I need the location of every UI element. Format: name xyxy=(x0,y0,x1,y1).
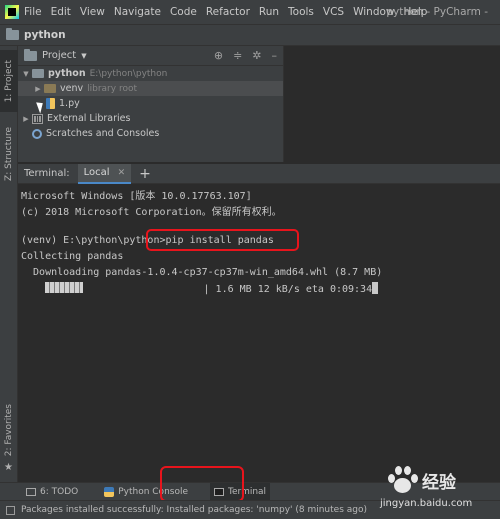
venv-hint: library root xyxy=(87,83,137,94)
folder-icon xyxy=(44,84,56,93)
menu-refactor[interactable]: Refactor xyxy=(206,6,250,18)
menu-run[interactable]: Run xyxy=(259,6,279,18)
project-view-label: Project xyxy=(42,50,77,61)
tree-row-file[interactable]: 1.py xyxy=(18,96,283,111)
todo-icon xyxy=(26,487,36,496)
watermark-brand: 经验 xyxy=(422,473,456,493)
star-icon: ★ xyxy=(4,462,13,473)
menubar: File Edit View Navigate Code Refactor Ru… xyxy=(0,0,500,24)
collapse-icon[interactable]: ≑ xyxy=(233,49,242,62)
folder-icon xyxy=(6,28,19,40)
tree-row-root[interactable]: ▼ python E:\python\python xyxy=(18,66,283,81)
hide-icon[interactable]: – xyxy=(272,49,278,62)
tab-project[interactable]: 1: Project xyxy=(0,50,18,112)
tree-row-scratches[interactable]: Scratches and Consoles xyxy=(18,126,283,141)
file-name: 1.py xyxy=(59,98,80,109)
expand-right-icon[interactable]: ▶ xyxy=(32,85,44,93)
tab-local-label: Local xyxy=(83,167,110,178)
tree-row-venv[interactable]: ▶ venv library root xyxy=(18,81,283,96)
status-window-icon[interactable] xyxy=(6,505,15,515)
terminal-line-progress: | 1.6 MB 12 kB/s eta 0:09:34 xyxy=(21,282,379,295)
menu-view[interactable]: View xyxy=(80,6,105,18)
breadcrumb-project[interactable]: python xyxy=(24,29,66,41)
gear-icon[interactable]: ✲ xyxy=(252,49,261,62)
download-progress-status: | 1.6 MB 12 kB/s eta 0:09:34 xyxy=(203,284,373,295)
scratches-label: Scratches and Consoles xyxy=(46,128,160,139)
terminal-line-collecting: Collecting pandas xyxy=(21,251,124,262)
close-icon[interactable]: ✕ xyxy=(118,168,126,178)
venv-folder-name: venv xyxy=(60,83,84,94)
menu-tools[interactable]: Tools xyxy=(288,6,314,18)
breadcrumb: python xyxy=(0,24,500,46)
tab-favorites-label: 2: Favorites xyxy=(4,403,14,457)
status-message[interactable]: Packages installed successfully: Install… xyxy=(21,505,367,515)
terminal-tab-bar: Terminal: Local ✕ + xyxy=(18,163,500,184)
root-folder-path: E:\python\python xyxy=(89,68,168,79)
terminal-tab-highlight-box xyxy=(160,466,244,502)
paw-logo-icon xyxy=(384,464,420,496)
scratches-icon xyxy=(32,128,42,139)
terminal-line-copyright: (c) 2018 Microsoft Corporation。保留所有权利。 xyxy=(21,207,282,218)
terminal-line-os: Microsoft Windows [版本 10.0.17763.107] xyxy=(21,191,252,202)
project-header: Project ▼ ⊕ ≑ ✲ – xyxy=(18,46,283,66)
project-view-dropdown[interactable]: Project ▼ xyxy=(24,48,87,61)
baidu-watermark: 经验 jingyan.baidu.com xyxy=(368,462,496,514)
menu-file[interactable]: File xyxy=(24,6,42,18)
tree-row-external-libraries[interactable]: ▶ External Libraries xyxy=(18,111,283,126)
menu-vcs[interactable]: VCS xyxy=(323,6,344,18)
menu-edit[interactable]: Edit xyxy=(51,6,71,18)
terminal-line-downloading: Downloading pandas-1.0.4-cp37-cp37m-win_… xyxy=(21,267,383,278)
command-highlight-box xyxy=(146,229,299,251)
terminal-label: Terminal: xyxy=(24,168,70,179)
python-file-icon xyxy=(46,98,55,109)
menu-code[interactable]: Code xyxy=(170,6,197,18)
chevron-down-icon: ▼ xyxy=(81,51,87,60)
tab-project-label: 1: Project xyxy=(4,59,14,103)
expand-right-icon[interactable]: ▶ xyxy=(20,115,32,123)
project-panel: Project ▼ ⊕ ≑ ✲ – ▼ python E:\python\pyt… xyxy=(18,46,284,162)
external-libraries-label: External Libraries xyxy=(47,113,131,124)
left-tool-stripe: 1: Project Z: Structure 2: Favorites ★ xyxy=(0,46,18,486)
tab-local[interactable]: Local ✕ xyxy=(77,163,132,184)
window-title: python - PyCharm - xyxy=(386,6,488,18)
editor-area[interactable] xyxy=(285,46,500,162)
python-console-icon xyxy=(104,486,115,497)
tab-structure-label: Z: Structure xyxy=(4,127,14,181)
watermark-url: jingyan.baidu.com xyxy=(380,498,473,509)
folder-icon xyxy=(24,48,37,61)
menu-navigate[interactable]: Navigate xyxy=(114,6,161,18)
tab-todo[interactable]: 6: TODO xyxy=(22,483,82,501)
pycharm-logo-icon xyxy=(5,5,19,19)
tab-todo-label: 6: TODO xyxy=(40,486,79,497)
library-icon xyxy=(32,113,43,124)
root-folder-name: python xyxy=(48,68,86,79)
folder-icon xyxy=(32,69,44,78)
terminal-prompt: (venv) E:\python\python> xyxy=(21,235,166,246)
tab-structure[interactable]: Z: Structure xyxy=(0,118,18,190)
new-terminal-button[interactable]: + xyxy=(139,166,151,182)
terminal-cursor xyxy=(372,282,379,294)
project-header-tools: ⊕ ≑ ✲ – xyxy=(214,49,277,62)
locate-icon[interactable]: ⊕ xyxy=(214,49,223,62)
download-progress-bar xyxy=(45,282,84,293)
tab-favorites[interactable]: 2: Favorites xyxy=(0,398,18,462)
expand-down-icon[interactable]: ▼ xyxy=(20,70,32,78)
